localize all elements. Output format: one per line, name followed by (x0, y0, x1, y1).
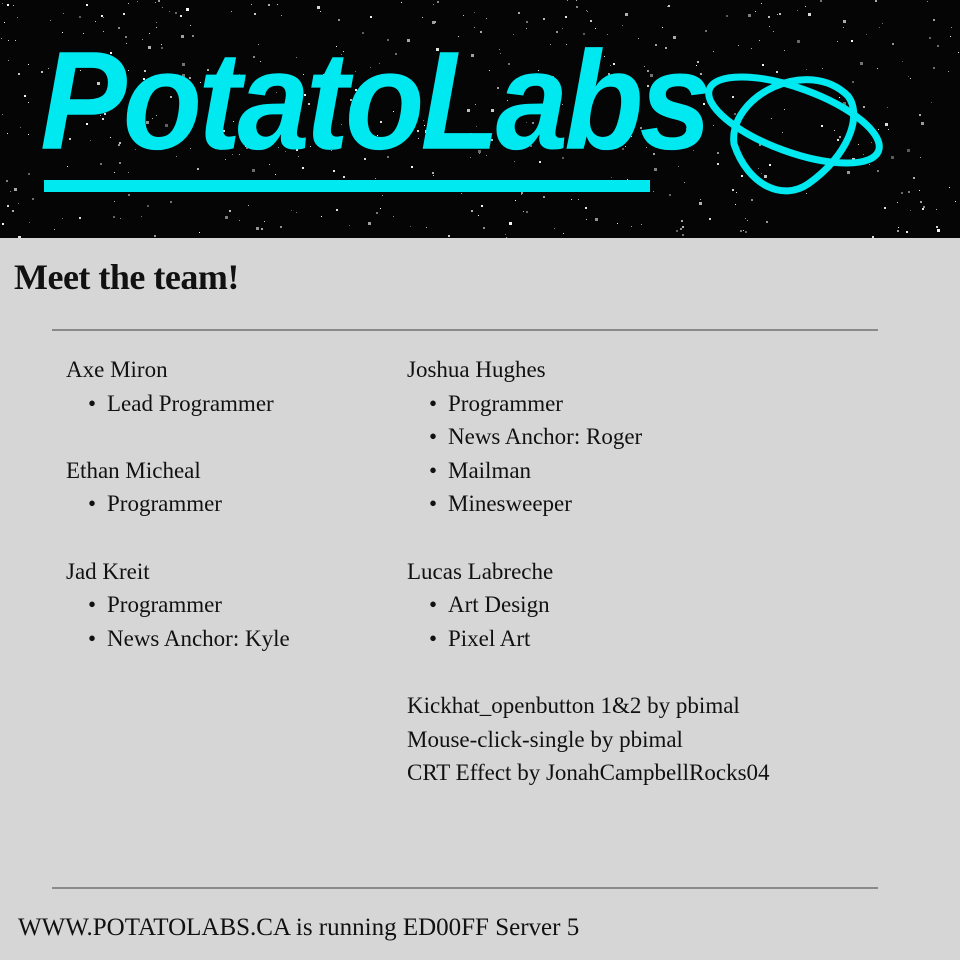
role-list: • Art Design • Pixel Art (407, 588, 770, 655)
team-member: Joshua Hughes • Programmer • News Anchor: … (407, 353, 770, 521)
credit-line: Mouse-click-single by pbimal (407, 726, 683, 752)
role-list: • Lead Programmer (66, 387, 290, 421)
bullet-icon: • (429, 424, 438, 450)
bullet-icon: • (429, 390, 438, 416)
bullet-icon: • (429, 457, 438, 483)
role-list: • Programmer • News Anchor: Roger • Mailman… (407, 387, 770, 521)
role-item: • News Anchor: Roger (407, 420, 770, 454)
role-list: • Programmer (66, 487, 290, 521)
team-column-right: Joshua Hughes • Programmer • News Anchor: … (407, 353, 770, 790)
role-label: Programmer (448, 390, 563, 416)
role-item: • Art Design (407, 588, 770, 622)
header-banner: PotatoLabs (0, 0, 960, 238)
role-item: • Minesweeper (407, 487, 770, 521)
role-item: • Programmer (66, 487, 290, 521)
server-footer: WWW.POTATOLABS.CA is running ED00FF Serv… (18, 914, 580, 941)
role-label: Programmer (107, 592, 222, 618)
team-member: Axe Miron • Lead Programmer (66, 353, 290, 420)
team-column-left: Axe Miron • Lead Programmer Ethan Micheal… (66, 353, 290, 689)
team-member: Jad Kreit • Programmer • News Anchor: Kyle (66, 555, 290, 656)
role-item: • Programmer (66, 588, 290, 622)
site-logo[interactable]: PotatoLabs (40, 30, 712, 170)
role-label: News Anchor: Roger (448, 424, 643, 450)
team-member: Lucas Labreche • Art Design • Pixel Art (407, 555, 770, 656)
bullet-icon: • (429, 491, 438, 517)
credit-line: Kickhat_openbutton 1&2 by pbimal (407, 692, 740, 718)
role-label: Programmer (107, 491, 222, 517)
page-title: Meet the team! (14, 257, 239, 297)
member-name: Jad Kreit (66, 558, 150, 584)
role-item: • Programmer (407, 387, 770, 421)
role-label: Pixel Art (448, 625, 531, 651)
role-item: • Mailman (407, 454, 770, 488)
bottom-divider (52, 887, 878, 889)
member-name: Lucas Labreche (407, 558, 554, 584)
role-list: • Programmer • News Anchor: Kyle (66, 588, 290, 655)
role-label: News Anchor: Kyle (107, 625, 290, 651)
member-name: Axe Miron (66, 357, 168, 382)
role-item: • Lead Programmer (66, 387, 290, 421)
bullet-icon: • (88, 491, 97, 517)
member-name: Joshua Hughes (407, 357, 546, 382)
member-name: Ethan Micheal (66, 457, 201, 483)
bullet-icon: • (429, 625, 438, 651)
role-item: • News Anchor: Kyle (66, 622, 290, 656)
role-label: Art Design (448, 592, 550, 618)
role-label: Mailman (448, 457, 532, 483)
planet-icon (705, 73, 883, 195)
bullet-icon: • (88, 390, 97, 416)
bullet-icon: • (88, 592, 97, 618)
team-member: Ethan Micheal • Programmer (66, 454, 290, 521)
role-label: Lead Programmer (107, 390, 274, 416)
bullet-icon: • (88, 625, 97, 651)
asset-credits: Kickhat_openbutton 1&2 by pbimal Mouse-c… (407, 689, 770, 790)
logo-underline (44, 180, 650, 192)
role-label: Minesweeper (448, 491, 572, 517)
role-item: • Pixel Art (407, 622, 770, 656)
credit-line: CRT Effect by JonahCampbellRocks04 (407, 760, 770, 786)
bullet-icon: • (429, 592, 438, 618)
top-divider (52, 329, 878, 331)
